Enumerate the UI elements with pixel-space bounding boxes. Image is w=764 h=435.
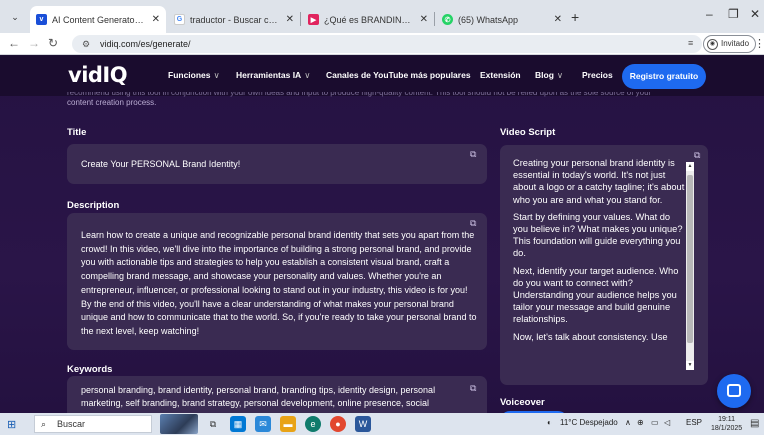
nav-extension[interactable]: Extensión <box>480 70 521 80</box>
browser-tab-google[interactable]: G traductor - Buscar con Google ✕ <box>168 6 300 33</box>
extensions-icon[interactable]: ≡ <box>688 38 693 48</box>
copy-icon[interactable]: ⧉ <box>470 148 476 161</box>
scroll-down-icon[interactable]: ▼ <box>686 361 694 370</box>
mail-icon[interactable]: ✉ <box>255 416 271 432</box>
clock[interactable]: 19:11 18/1/2025 <box>711 415 742 433</box>
close-tab-icon[interactable]: ✕ <box>420 14 428 25</box>
video-script-text: Creating your personal brand identity is… <box>513 158 685 342</box>
vidiq-logo[interactable]: vidIQ <box>68 63 128 87</box>
tab-divider <box>434 12 435 26</box>
forward-icon[interactable]: → <box>28 36 40 50</box>
keywords-value: personal branding, brand identity, perso… <box>81 385 436 408</box>
tab-divider <box>300 12 301 26</box>
chevron-down-icon: ∨ <box>213 70 220 80</box>
tab-search-icon[interactable]: ⌄ <box>6 9 24 25</box>
language-indicator[interactable]: ESP <box>686 418 702 427</box>
whatsapp-icon: ✆ <box>442 14 453 25</box>
browser-tab-vidiq[interactable]: v AI Content Generator for YouT... ✕ <box>30 6 166 33</box>
scroll-up-icon[interactable]: ▲ <box>686 162 694 171</box>
more-menu-icon[interactable]: ⋮ <box>754 37 764 50</box>
script-scrollbar[interactable]: ▲ ▼ <box>686 162 694 370</box>
word-icon[interactable]: W <box>355 416 371 432</box>
close-tab-icon[interactable]: ✕ <box>554 14 562 25</box>
incognito-icon: ◉ <box>707 38 718 50</box>
intro-text: recommend using this tool in conjunction… <box>67 92 652 107</box>
title-card: Create Your PERSONAL Brand Identity! ⧉ <box>67 144 487 184</box>
youtube-icon: ▶ <box>308 14 319 25</box>
network-icon[interactable]: ⊕ <box>637 418 644 427</box>
close-tab-icon[interactable]: ✕ <box>286 14 294 25</box>
scroll-thumb[interactable] <box>687 175 693 343</box>
vidiq-icon: v <box>36 14 47 25</box>
restore-icon[interactable]: ❐ <box>728 7 739 21</box>
browser-tab-whatsapp[interactable]: ✆ (65) WhatsApp ✕ <box>436 6 568 33</box>
description-label: Description <box>67 200 120 211</box>
browser-tab-youtube[interactable]: ▶ ¿Qué es BRANDING? | Definició ✕ <box>302 6 434 33</box>
close-tab-icon[interactable]: ✕ <box>152 14 160 25</box>
taskbar-search[interactable]: ⌕ Buscar <box>34 415 152 433</box>
minimize-icon[interactable]: – <box>706 7 713 21</box>
description-card: Learn how to create a unique and recogni… <box>67 213 487 350</box>
site-navbar: vidIQ Funciones ∨ Herramientas IA ∨ Canale… <box>0 56 764 96</box>
profile-button[interactable]: ◉ Invitado <box>703 35 757 53</box>
signup-button[interactable]: Registro gratuito <box>622 64 706 89</box>
nav-canales[interactable]: Canales de YouTube más populares <box>326 70 471 80</box>
copy-icon[interactable]: ⧉ <box>694 150 700 161</box>
weather-text[interactable]: 11°C Despejado <box>560 418 618 427</box>
address-bar[interactable]: ⚙ vidiq.com/es/generate/ <box>72 35 702 53</box>
google-icon: G <box>174 14 185 25</box>
reload-icon[interactable]: ↻ <box>48 36 58 50</box>
nav-herramientas-ia[interactable]: Herramientas IA ∨ <box>236 70 310 81</box>
nav-blog[interactable]: Blog ∨ <box>535 70 563 81</box>
page-content: vidIQ Funciones ∨ Herramientas IA ∨ Canale… <box>0 56 764 413</box>
chat-icon <box>727 384 741 397</box>
taskbar: ⊞ ⌕ Buscar ⧉ ▦ ✉ ▬ e ● W ◐ 11°C Despejad… <box>0 413 764 435</box>
site-info-icon[interactable]: ⚙ <box>82 35 90 53</box>
back-icon[interactable]: ← <box>8 36 20 50</box>
search-icon: ⌕ <box>41 419 47 429</box>
browser-toolbar: ← → ↻ ⚙ vidiq.com/es/generate/ ≡ ◉ Invit… <box>0 33 764 55</box>
nav-precios[interactable]: Precios <box>582 70 613 80</box>
title-value: Create Your PERSONAL Brand Identity! <box>81 159 241 169</box>
store-icon[interactable]: ▦ <box>230 416 246 432</box>
tray-chevron-icon[interactable]: ∧ <box>625 418 631 427</box>
copy-icon[interactable]: ⧉ <box>470 217 476 230</box>
new-tab-icon[interactable]: + <box>571 9 579 25</box>
copy-icon[interactable]: ⧉ <box>470 382 476 395</box>
notification-icon[interactable]: ▤ <box>750 418 759 429</box>
task-view-icon[interactable]: ⧉ <box>205 416 221 432</box>
close-window-icon[interactable]: ✕ <box>750 7 760 21</box>
keywords-card: personal branding, brand identity, perso… <box>67 376 487 413</box>
voiceover-label: Voiceover <box>500 397 545 408</box>
chevron-down-icon: ∨ <box>556 70 564 80</box>
description-value: Learn how to create a unique and recogni… <box>81 230 477 336</box>
edge-icon[interactable]: e <box>305 416 321 432</box>
video-script-card: Creating your personal brand identity is… <box>500 145 708 385</box>
weather-icon[interactable]: ◐ <box>547 418 552 427</box>
file-explorer-icon[interactable]: ▬ <box>280 416 296 432</box>
chat-support-button[interactable] <box>717 374 751 408</box>
task-view-thumbnail[interactable] <box>160 414 198 434</box>
keywords-label: Keywords <box>67 364 113 375</box>
chevron-down-icon: ∨ <box>304 70 311 80</box>
windows-start-icon[interactable]: ⊞ <box>7 418 16 431</box>
nav-funciones[interactable]: Funciones ∨ <box>168 70 220 81</box>
browser-tab-strip: ⌄ v AI Content Generator for YouT... ✕ G… <box>0 0 764 33</box>
volume-icon[interactable]: ◁ <box>664 418 670 427</box>
chrome-icon[interactable]: ● <box>330 416 346 432</box>
video-script-label: Video Script <box>500 127 556 138</box>
title-label: Title <box>67 127 87 138</box>
chat-tray-icon[interactable]: ▭ <box>651 418 659 427</box>
